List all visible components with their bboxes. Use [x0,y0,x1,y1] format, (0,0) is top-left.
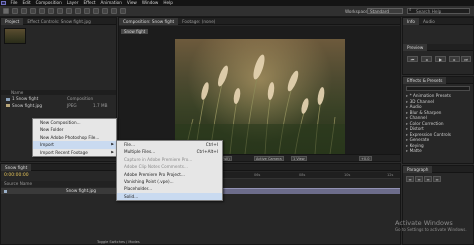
project-context-menu: New Composition... New Folder New Adobe … [32,118,117,157]
justify-icon[interactable]: ≡ [433,176,441,182]
tab-paragraph[interactable]: Paragraph [403,165,433,173]
tab-preview[interactable]: Preview [403,43,428,51]
tab-footage[interactable]: Footage: (none) [178,18,219,25]
first-frame-button[interactable]: ⏮ [407,56,418,62]
tab-project[interactable]: Project [1,17,24,25]
layer-column-header: Source Name [1,181,118,187]
menu-item-import-multiple-files[interactable]: Multiple Files... Ctrl+Alt+I [117,148,222,155]
tab-composition[interactable]: Composition: Snow fight [119,17,179,25]
align-left-icon[interactable]: ≡ [406,176,414,182]
paragraph-tab-bar: Paragraph [403,165,473,173]
menu-item-new-folder[interactable]: New Folder [33,126,116,133]
shortcut-label: Ctrl+I [205,142,218,147]
menu-item-import-file[interactable]: File... Ctrl+I [117,141,222,148]
alignment-buttons: ≡ ≡ ≡ ≡ [406,176,442,182]
search-icon: ⌕ [409,7,412,13]
menu-item-new-photoshop-file[interactable]: New Adobe Photoshop File... [33,134,116,141]
last-frame-button[interactable]: ⏭ [461,56,471,62]
layer-name: Snow fight.jpg [66,188,97,193]
pen-tool-icon[interactable] [66,8,72,14]
footage-thumbnail [4,28,26,44]
ruler-tick: 10s [344,173,351,177]
previous-frame-button[interactable]: ◂ [421,56,432,62]
camera-tool-icon[interactable] [39,8,45,14]
shortcut-label: Ctrl+Alt+I [196,149,218,155]
menu-item-vanishing-point[interactable]: Vanishing Point (.vpe)... [117,178,222,185]
tools-toolbar: Workspace: Standard Search Help ⌕ [0,6,474,17]
search-help-input[interactable]: Search Help [407,8,470,14]
puppet-tool-icon[interactable] [120,8,126,14]
info-tab-bar: Info Audio [403,17,473,25]
brush-tool-icon[interactable] [84,8,90,14]
watermark-subtitle: Go to Settings to activate Windows. [395,226,467,232]
current-time-display[interactable]: 0:00:00:00 [4,173,29,179]
ruler-tick: 06s [254,173,261,177]
ruler-tick: 12s [387,173,394,177]
rotation-tool-icon[interactable] [30,8,36,14]
align-right-icon[interactable]: ≡ [424,176,432,182]
effects-presets-panel: Effects & Presets ▸ * Animation Presets ▸… [402,76,474,164]
tab-effect-controls[interactable]: Effect Controls: Snow fight.jpg [23,18,94,25]
layer-visibility-icon[interactable] [4,189,7,193]
paragraph-panel: Paragraph ≡ ≡ ≡ ≡ [402,165,474,245]
hand-tool-icon[interactable] [12,8,18,14]
project-list-header: Name [1,90,116,95]
after-effects-app-icon [1,0,6,6]
align-center-icon[interactable]: ≡ [415,176,423,182]
watermark-title: Activate Windows [395,219,453,227]
project-tab-bar: Project Effect Controls: Snow fight.jpg [1,17,116,25]
composition-tab-bar: Composition: Snow fight Footage: (none) [119,17,400,25]
effect-category-matte[interactable]: ▸ Matte [406,148,474,154]
project-item-composition[interactable]: 1 Snow fight Composition [1,96,116,102]
tab-effects-presets[interactable]: Effects & Presets [403,76,447,84]
image-file-icon [6,104,10,107]
clone-stamp-tool-icon[interactable] [93,8,99,14]
effects-search-input[interactable] [406,86,470,91]
activate-windows-watermark: Activate Windows Go to Settings to activ… [395,220,467,232]
composition-name-tag[interactable]: Snow fight [121,29,149,34]
menu-item-solid[interactable]: Solid... [117,192,222,201]
composition-icon [6,97,10,101]
toggle-switches-modes-button[interactable]: Toggle Switches / Modes [97,240,140,245]
submenu-arrow-icon: ▶ [111,142,114,147]
grass-footage-image [175,39,345,154]
effects-tab-bar: Effects & Presets [403,76,473,84]
tab-audio[interactable]: Audio [419,18,439,25]
menu-item-import-recent-footage[interactable]: Import Recent Footage ▶ [33,149,116,156]
view-layout-dropdown[interactable]: 1 View [291,156,307,161]
workspace-dropdown[interactable]: Standard [367,8,403,14]
preview-tab-bar: Preview [403,43,473,51]
eraser-tool-icon[interactable] [102,8,108,14]
camera-dropdown[interactable]: Active Camera [254,156,284,161]
layer-row[interactable]: Snow fight.jpg [1,188,118,194]
play-button[interactable]: ▶ [435,56,446,62]
menu-item-clip-notes: Adobe Clip Notes Comments... [124,164,188,170]
next-frame-button[interactable]: ▸ [449,56,460,62]
menu-item-placeholder[interactable]: Placeholder... [117,185,222,192]
tab-info[interactable]: Info [403,17,419,25]
tab-timeline[interactable]: Snow fight [1,163,32,171]
workspace-label: Workspace: [345,8,370,14]
rectangle-tool-icon[interactable] [57,8,63,14]
menu-item-capture-premiere: Capture in Adobe Premiere Pro... [124,156,193,162]
import-submenu: File... Ctrl+I Multiple Files... Ctrl+Al… [116,140,223,202]
ruler-tick: 08s [299,173,306,177]
info-preview-panel: Info Audio Preview ⏮ ◂ ▶ ▸ ⏭ [402,17,474,75]
menu-item-premiere-project[interactable]: Adobe Premiere Pro Project... [117,171,222,178]
menu-item-new-composition[interactable]: New Composition... [33,119,116,126]
text-tool-icon[interactable] [75,8,81,14]
menu-item-import[interactable]: Import ▶ [33,141,116,149]
zoom-tool-icon[interactable] [21,8,27,14]
composition-viewer[interactable]: Snow fight [119,26,400,154]
submenu-arrow-icon: ▶ [111,149,114,154]
grass-illustration [175,54,345,154]
selection-tool-icon[interactable] [3,8,9,14]
roto-brush-tool-icon[interactable] [111,8,117,14]
exposure-value[interactable]: +0.0 [359,156,372,161]
project-item-footage[interactable]: Snow fight.jpg JPEG 1.7 MB [1,103,116,109]
pan-behind-tool-icon[interactable] [48,8,54,14]
